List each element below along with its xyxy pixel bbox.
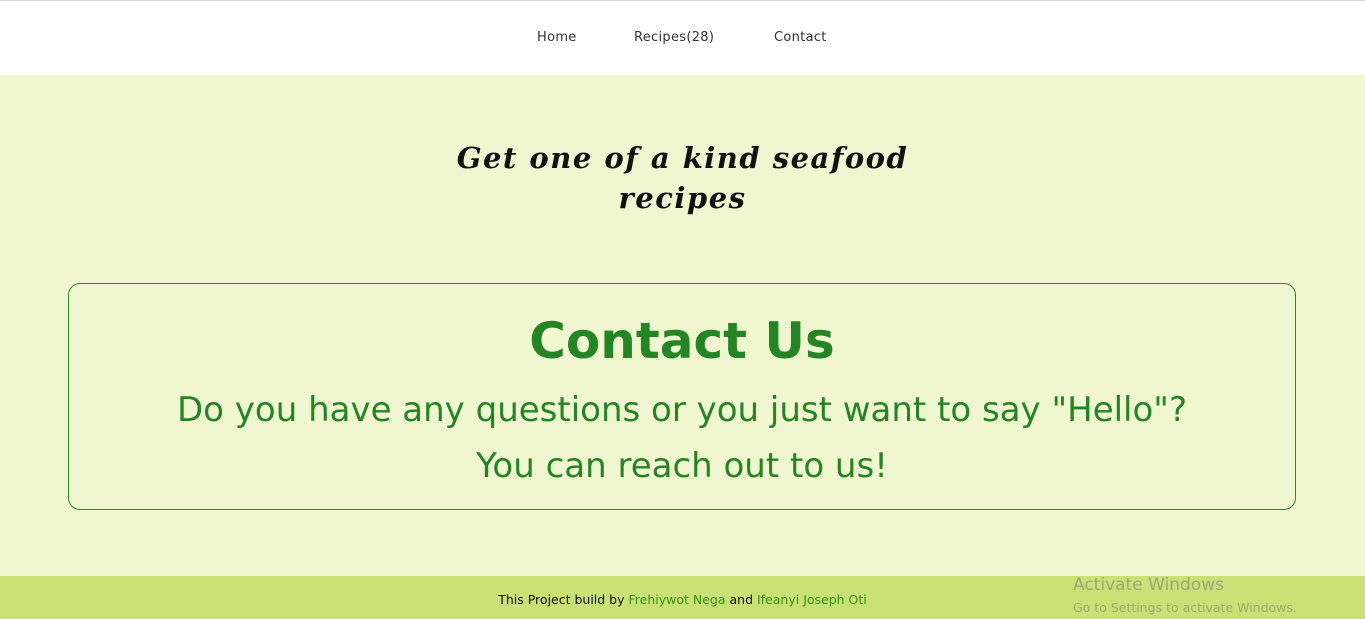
navbar: Home Recipes(28) Contact	[0, 1, 1365, 75]
nav-link-recipes[interactable]: Recipes(28)	[634, 30, 714, 45]
footer-prefix: This Project build by	[498, 592, 629, 607]
contact-question: Do you have any questions or you just wa…	[177, 390, 1187, 430]
activate-windows-title: Activate Windows	[1073, 575, 1224, 595]
footer-author-2-link[interactable]: Ifeanyi Joseph Oti	[757, 592, 867, 607]
hero-title-line-2: recipes	[618, 181, 747, 215]
contact-card: Contact Us Do you have any questions or …	[68, 283, 1296, 510]
hero-title: Get one of a kind seafood recipes	[0, 138, 1365, 218]
nav-link-contact[interactable]: Contact	[774, 30, 827, 45]
main-content: Get one of a kind seafood recipes Contac…	[0, 75, 1365, 576]
activate-windows-subtitle: Go to Settings to activate Windows.	[1073, 600, 1297, 615]
nav-link-home[interactable]: Home	[537, 30, 577, 45]
footer-author-1-link[interactable]: Frehiywot Nega	[629, 592, 726, 607]
footer-joiner: and	[725, 592, 757, 607]
hero-title-line-1: Get one of a kind seafood	[456, 141, 909, 175]
contact-heading: Contact Us	[529, 312, 835, 370]
contact-reach-out: You can reach out to us!	[476, 446, 888, 486]
